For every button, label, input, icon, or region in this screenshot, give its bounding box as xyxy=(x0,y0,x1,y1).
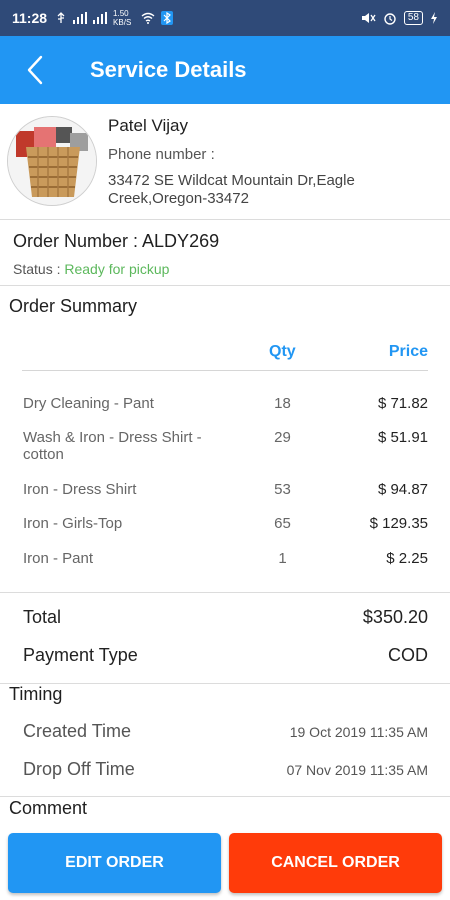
mute-icon xyxy=(361,13,376,23)
status-badge: Ready for pickup xyxy=(64,261,170,277)
bluetooth-icon xyxy=(161,11,174,25)
item-qty: 53 xyxy=(274,481,291,498)
divider xyxy=(0,592,450,593)
item-price: $ 94.87 xyxy=(377,481,428,498)
item-price: $ 51.91 xyxy=(377,429,428,446)
item-name: Iron - Pant xyxy=(23,550,94,567)
app-bar: Service Details xyxy=(0,36,450,104)
notification-icons: 1.50 KB/S xyxy=(55,9,174,27)
customer-card: Patel Vijay Phone number : 33472 SE Wild… xyxy=(0,104,450,220)
timing-title: Timing xyxy=(9,684,63,704)
item-name: Iron - Girls-Top xyxy=(23,515,123,532)
page-title: Service Details xyxy=(90,57,247,82)
comment-title: Comment xyxy=(9,798,88,818)
order-status: Status : Ready for pickup xyxy=(13,261,169,277)
created-time-row: Created Time 19 Oct 2019 11:35 AM xyxy=(23,721,428,742)
order-number: Order Number : ALDY269 xyxy=(13,231,220,251)
item-qty: 29 xyxy=(274,429,291,446)
payment-value: COD xyxy=(388,645,428,665)
signal-icon xyxy=(73,12,88,24)
dropoff-time-row: Drop Off Time 07 Nov 2019 11:35 AM xyxy=(23,759,428,780)
item-name: Wash & Iron - Dress Shirt - cotton xyxy=(23,429,202,463)
customer-name: Patel Vijay xyxy=(108,116,189,135)
item-name: Iron - Dress Shirt xyxy=(23,481,137,498)
usb-icon xyxy=(57,12,65,23)
price-column-header: Price xyxy=(388,343,428,360)
laundry-basket-image xyxy=(7,116,97,206)
divider xyxy=(0,796,450,797)
created-time-label: Created Time xyxy=(23,721,132,741)
total-value: $350.20 xyxy=(362,607,428,627)
order-info: Order Number : ALDY269 Status : Ready fo… xyxy=(0,220,450,286)
total-row: Total $350.20 xyxy=(23,607,428,628)
back-button[interactable] xyxy=(0,36,70,104)
item-qty: 1 xyxy=(278,550,287,567)
customer-phone: Phone number : xyxy=(108,146,215,163)
payment-label: Payment Type xyxy=(23,645,138,665)
charging-icon xyxy=(431,12,437,24)
item-name: Dry Cleaning - Pant xyxy=(23,395,154,412)
clock: 11:28 xyxy=(12,10,48,26)
status-bar: 11:28 1.50 KB/S 58 xyxy=(0,0,450,36)
customer-address: 33472 SE Wildcat Mountain Dr,Eagle Creek… xyxy=(108,172,355,207)
dropoff-time-label: Drop Off Time xyxy=(23,759,135,779)
created-time-value: 19 Oct 2019 11:35 AM xyxy=(289,723,428,740)
dropoff-time-value: 07 Nov 2019 11:35 AM xyxy=(286,761,428,778)
signal-2-icon xyxy=(93,12,108,24)
chevron-left-icon xyxy=(27,55,43,85)
status-label: Status : xyxy=(13,261,65,277)
data-speed: 1.50 KB/S xyxy=(113,9,132,27)
system-icons: 58 xyxy=(360,11,438,25)
divider xyxy=(0,683,450,684)
edit-order-button[interactable]: EDIT ORDER xyxy=(8,833,221,893)
item-qty: 65 xyxy=(274,515,291,532)
alarm-icon xyxy=(384,13,396,25)
table-header-divider xyxy=(22,370,428,371)
qty-column-header: Qty xyxy=(269,343,296,360)
total-label: Total xyxy=(23,607,62,627)
wifi-icon xyxy=(141,12,155,24)
cancel-order-button[interactable]: CANCEL ORDER xyxy=(229,833,442,893)
payment-row: Payment Type COD xyxy=(23,645,428,666)
battery-icon: 58 xyxy=(403,11,423,25)
order-summary-title: Order Summary xyxy=(9,296,138,316)
item-qty: 18 xyxy=(274,395,291,412)
item-price: $ 129.35 xyxy=(369,515,428,532)
item-price: $ 71.82 xyxy=(377,395,428,412)
item-price: $ 2.25 xyxy=(386,550,428,567)
